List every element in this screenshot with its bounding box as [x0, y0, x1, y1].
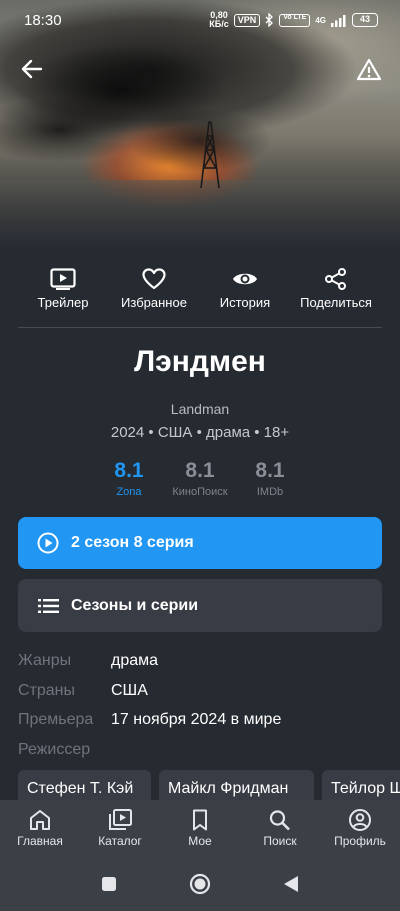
heart-icon — [142, 268, 166, 290]
share-button[interactable]: Поделиться — [291, 268, 381, 310]
info-director: Режиссер — [18, 741, 382, 763]
director-chip[interactable]: Тейлор Шеридан — [322, 770, 400, 804]
info-key: Страны — [18, 682, 76, 699]
triangle-back-icon — [284, 876, 298, 892]
rating-imdb: 8.1 IMDb — [255, 459, 285, 498]
info-value: США — [111, 682, 148, 699]
seasons-label: Сезоны и серии — [71, 596, 199, 614]
share-label: Поделиться — [300, 295, 372, 310]
nav-my[interactable]: Мое — [160, 809, 240, 848]
status-bar: 18:30 0,80 КБ/с VPN Vo LTE 4G 43 — [0, 0, 400, 40]
director-chip[interactable]: Майкл Фридман — [159, 770, 314, 804]
director-chip[interactable]: Стефен Т. Кэй — [18, 770, 151, 804]
nav-home[interactable]: Главная — [0, 809, 80, 848]
nav-search[interactable]: Поиск — [240, 809, 320, 848]
search-icon — [269, 810, 290, 831]
network-type: 4G — [315, 15, 326, 25]
info-key: Режиссер — [18, 741, 91, 758]
status-icons: 0,80 КБ/с VPN Vo LTE 4G 43 — [209, 11, 378, 29]
bottom-nav: Главная Каталог Мое Поиск Профиль — [0, 800, 400, 857]
oil-derrick-image — [200, 121, 220, 188]
info-key: Премьера — [18, 711, 94, 728]
vpn-badge: VPN — [233, 13, 261, 27]
trailer-label: Трейлер — [37, 295, 89, 310]
info-key: Жанры — [18, 652, 72, 669]
history-label: История — [219, 295, 271, 310]
list-icon — [38, 598, 59, 613]
page-title: Лэндмен — [134, 345, 266, 378]
play-circle-icon — [37, 532, 59, 554]
catalog-icon — [109, 809, 132, 830]
nav-profile[interactable]: Профиль — [320, 809, 400, 848]
nav-catalog-label: Каталог — [98, 834, 142, 848]
share-icon — [325, 268, 346, 290]
profile-icon — [349, 809, 371, 831]
status-time: 18:30 — [24, 11, 62, 29]
signal-icon — [331, 14, 346, 27]
divider — [18, 327, 382, 328]
director-chips: Стефен Т. Кэй Майкл Фридман Тейлор Шерид… — [18, 770, 400, 804]
nav-profile-label: Профиль — [334, 834, 386, 848]
arrow-left-icon — [21, 59, 43, 79]
volte-badge: Vo LTE — [279, 13, 311, 27]
circle-icon — [189, 873, 211, 895]
net-speed: 0,80 КБ/с — [209, 10, 229, 29]
trailer-icon — [50, 268, 76, 290]
hero-ground — [0, 180, 400, 250]
home-icon — [30, 810, 50, 830]
original-title: Landman — [170, 401, 230, 417]
seasons-button[interactable]: Сезоны и серии — [18, 579, 382, 632]
bluetooth-icon — [265, 13, 274, 27]
nav-my-label: Мое — [188, 834, 212, 848]
square-icon — [102, 877, 116, 891]
trailer-button[interactable]: Трейлер — [18, 268, 108, 310]
action-row: Трейлер Избранное История Поделиться — [18, 268, 382, 314]
back-button[interactable] — [17, 54, 47, 84]
play-episode-button[interactable]: 2 сезон 8 серия — [18, 517, 382, 569]
rating-kinopoisk: 8.1 КиноПоиск — [172, 459, 228, 498]
favorite-label: Избранное — [121, 295, 187, 310]
nav-search-label: Поиск — [263, 834, 297, 848]
play-episode-label: 2 сезон 8 серия — [71, 534, 194, 551]
home-system-button[interactable] — [189, 873, 211, 895]
nav-catalog[interactable]: Каталог — [80, 809, 160, 848]
back-system-button[interactable] — [280, 873, 302, 895]
info-countries: Страны США — [18, 682, 382, 704]
rating-zona: 8.1 Zona — [114, 459, 144, 498]
favorite-button[interactable]: Избранное — [109, 268, 199, 310]
info-value: 17 ноября 2024 в мире — [111, 711, 282, 728]
bookmark-icon — [193, 809, 207, 831]
report-button[interactable] — [354, 54, 384, 84]
system-nav-bar — [0, 857, 400, 911]
history-button[interactable]: История — [200, 268, 290, 310]
battery-indicator: 43 — [352, 13, 378, 27]
nav-home-label: Главная — [17, 834, 63, 848]
warning-icon — [356, 58, 382, 80]
info-genres: Жанры драма — [18, 652, 382, 674]
meta-info: 2024 • США • драма • 18+ — [110, 424, 290, 441]
recent-apps-button[interactable] — [98, 873, 120, 895]
info-value: драма — [111, 652, 159, 669]
eye-icon — [233, 273, 257, 285]
info-premiere: Премьера 17 ноября 2024 в мире — [18, 711, 382, 733]
